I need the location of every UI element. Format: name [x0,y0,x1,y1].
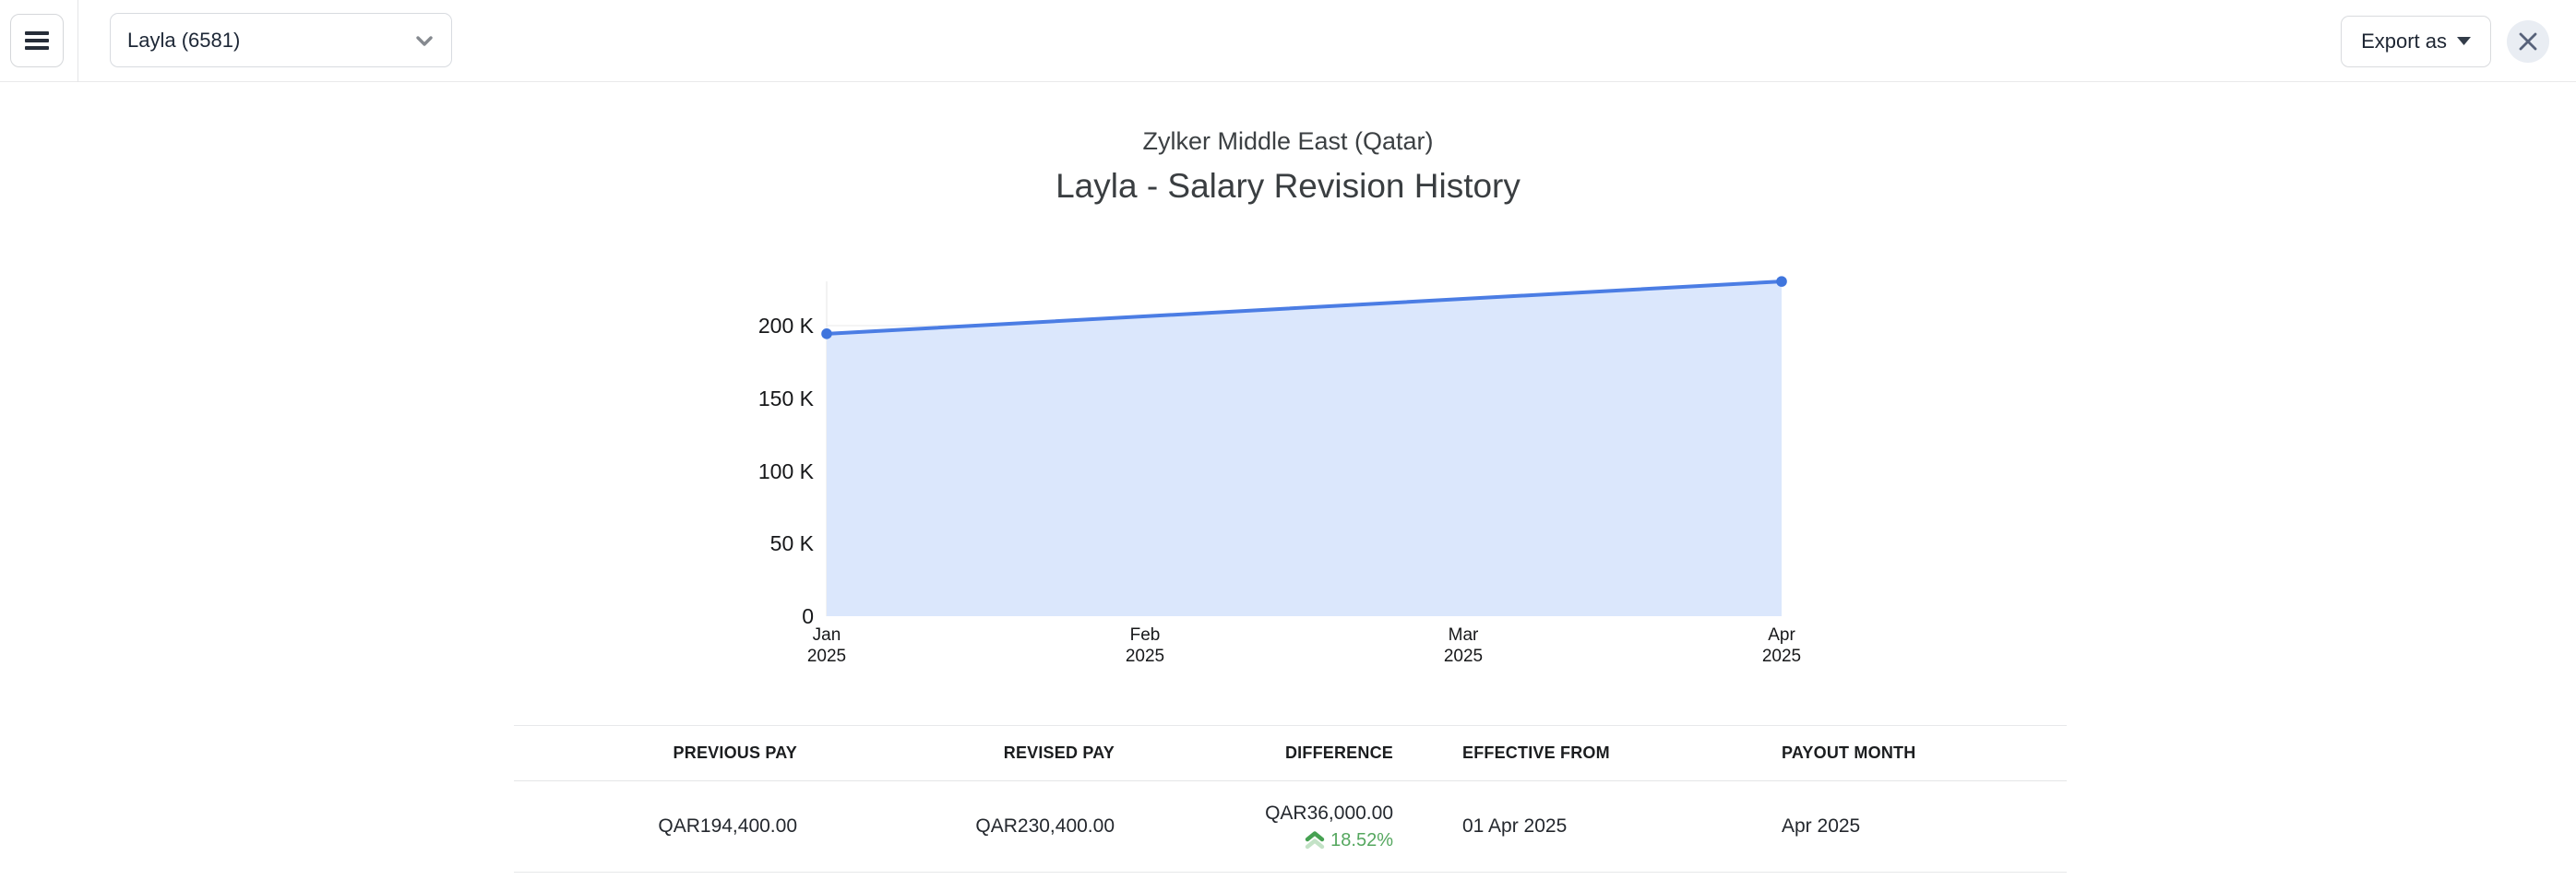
hamburger-icon [25,31,49,50]
salary-revision-table: PREVIOUS PAY REVISED PAY DIFFERENCE EFFE… [514,725,2067,873]
cell-effective-from: 01 Apr 2025 [1462,815,1568,837]
caret-down-icon [2457,37,2471,45]
chart-subtitle: Zylker Middle East (Qatar) [1142,127,1434,155]
menu-button[interactable] [10,14,64,67]
topbar-actions: Export as [2341,0,2549,82]
employee-selector-value: Layla (6581) [127,28,241,52]
difference-percent: 18.52% [1330,829,1393,850]
x-tick-label: Feb 2025 [1125,625,1165,666]
increase-arrow-icon [1305,831,1325,850]
difference-value: QAR36,000.00 [1265,802,1393,824]
col-header-effective-from: EFFECTIVE FROM [1462,743,1610,762]
x-tick-label: Jan 2025 [806,625,847,666]
cell-revised-pay: QAR230,400.00 [975,815,1115,837]
x-tick-label: Apr 2025 [1761,625,1802,666]
export-as-button[interactable]: Export as [2341,15,2491,67]
data-point-marker[interactable] [1776,276,1787,287]
employee-selector-dropdown[interactable]: Layla (6581) [110,13,452,67]
x-tick-label: Mar 2025 [1443,625,1484,666]
col-header-revised-pay: REVISED PAY [1003,743,1115,762]
area-fill [827,281,1782,616]
area-chart-plot [821,276,1787,616]
data-point-marker[interactable] [821,328,832,339]
close-icon [2519,32,2537,50]
difference-change: 18.52% [1305,830,1393,851]
cell-previous-pay: QAR194,400.00 [658,815,797,837]
col-header-payout-month: PAYOUT MONTH [1782,743,1916,762]
col-header-difference: DIFFERENCE [1284,743,1393,762]
table-row: QAR194,400.00 QAR230,400.00 QAR36,000.00… [514,781,2067,873]
close-button[interactable] [2507,19,2549,63]
chart-title: Layla - Salary Revision History [1055,167,1521,205]
export-as-label: Export as [2361,29,2447,53]
chevron-down-icon [416,35,433,46]
cell-difference: QAR36,000.00 18.52% [1115,803,1393,851]
cell-payout-month: Apr 2025 [1782,815,1861,837]
col-header-previous-pay: PREVIOUS PAY [673,743,797,762]
table-header-row: PREVIOUS PAY REVISED PAY DIFFERENCE EFFE… [514,725,2067,781]
topbar: Layla (6581) Export as [0,0,2576,82]
salary-area-chart: 0 50 K 100 K 150 K 200 K Jan 2025 Feb 2025 Mar 20… [0,258,2576,683]
